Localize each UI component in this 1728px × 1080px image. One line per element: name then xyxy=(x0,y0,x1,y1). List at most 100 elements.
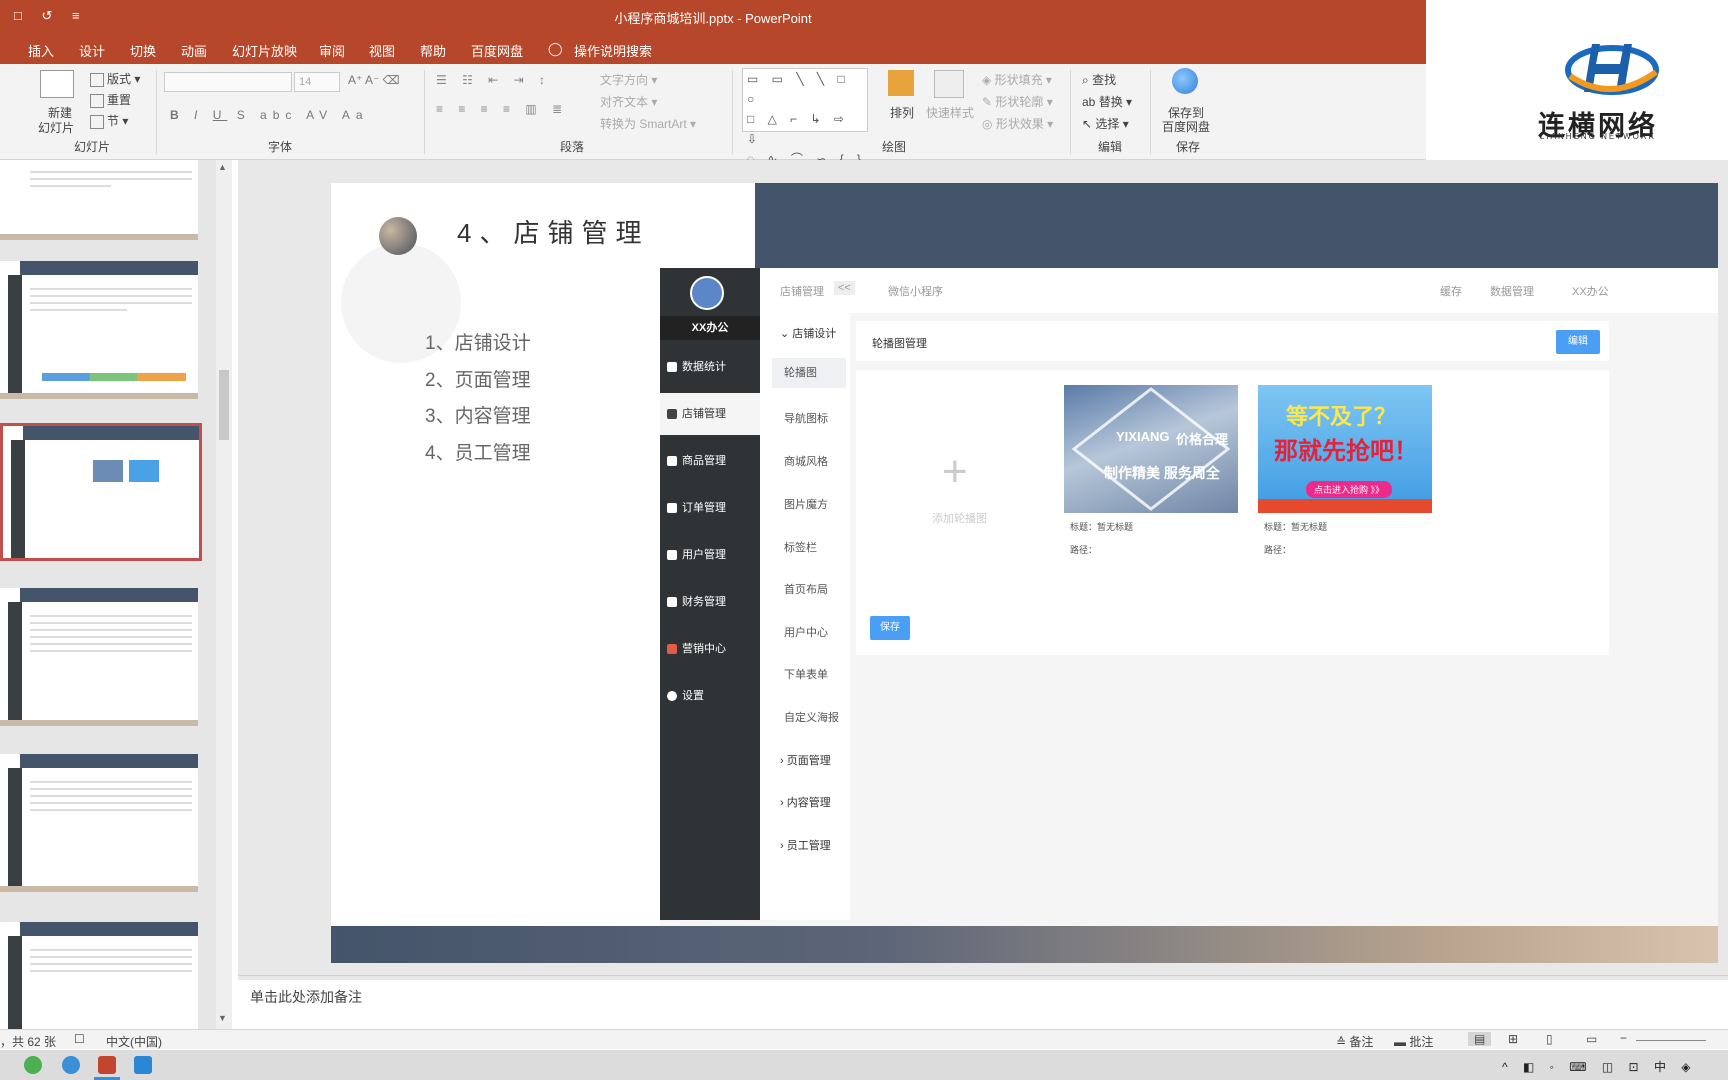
tab-baidu-netdisk[interactable]: 百度网盘 xyxy=(471,41,523,60)
admin-nav-item: 用户管理 xyxy=(660,534,760,576)
shape-outline-button[interactable]: ✎ 形状轮廓 ▾ xyxy=(982,93,1053,110)
new-slide-label-2[interactable]: 幻灯片 xyxy=(38,119,74,136)
font-name-box[interactable] xyxy=(164,72,292,92)
reset-button[interactable]: 重置 xyxy=(90,91,131,108)
slide-thumbnail-selected[interactable] xyxy=(0,423,202,561)
notes-button[interactable]: ≙ 备注 xyxy=(1336,1033,1373,1050)
store-icon xyxy=(667,409,677,419)
admin-breadcrumb: 店铺管理 xyxy=(780,286,824,298)
drawing-group-label: 绘图 xyxy=(882,140,907,154)
browser-icon[interactable] xyxy=(24,1056,42,1074)
tab-review[interactable]: 审阅 xyxy=(319,41,345,60)
thumbnail-scrollbar[interactable]: ▲ ▼ xyxy=(216,160,232,1030)
shape-effects-label: 形状效果 xyxy=(995,117,1044,131)
ribbon-tabs: 插入 设计 切换 动画 幻灯片放映 审阅 视图 帮助 百度网盘 ◯ 操作说明搜索 xyxy=(0,32,1426,64)
paragraph-group-label: 段落 xyxy=(560,140,585,154)
slide-title[interactable]: 4、店铺管理 xyxy=(457,213,649,250)
agenda-item: 1、店铺设计 xyxy=(425,333,531,354)
shape-fill-button[interactable]: ◈ 形状填充 ▾ xyxy=(982,71,1052,88)
powerpoint-icon[interactable] xyxy=(98,1056,116,1074)
cursor-icon: ↖ xyxy=(1082,117,1093,131)
tell-me-search[interactable]: 操作说明搜索 xyxy=(574,41,652,60)
slide-thumbnail[interactable] xyxy=(0,261,198,399)
scroll-up-icon[interactable]: ▲ xyxy=(218,162,227,172)
store-avatar xyxy=(690,276,724,310)
slide-thumbnail[interactable] xyxy=(0,922,198,1030)
tab-design[interactable]: 设计 xyxy=(79,41,105,60)
quick-styles-button[interactable]: 快速样式 xyxy=(926,104,974,121)
list-buttons[interactable]: ☰ ☷ ⇤ ⇥ ↕ xyxy=(436,73,551,87)
select-button[interactable]: ↖ 选择 ▾ xyxy=(1082,115,1129,132)
reading-view-icon[interactable]: ▯ xyxy=(1546,1032,1553,1046)
admin-nav-item: 营销中心 xyxy=(660,628,760,670)
ie-icon[interactable] xyxy=(62,1056,80,1074)
convert-smartart-button[interactable]: 转换为 SmartArt ▾ xyxy=(600,115,696,132)
arrange-button[interactable]: 排列 xyxy=(890,104,914,121)
comments-button[interactable]: ▬ 批注 xyxy=(1394,1033,1433,1050)
slide-thumbnail[interactable] xyxy=(0,754,198,892)
font-size-box[interactable]: 14 xyxy=(294,72,340,92)
spellcheck-icon[interactable]: ☐ xyxy=(74,1032,85,1046)
shape-effects-button[interactable]: ◎ 形状效果 ▾ xyxy=(982,115,1053,132)
tab-animations[interactable]: 动画 xyxy=(181,41,207,60)
tab-insert[interactable]: 插入 xyxy=(28,41,54,60)
scrollbar-thumb[interactable] xyxy=(219,370,229,440)
text-direction-button[interactable]: 文字方向 ▾ xyxy=(600,71,657,88)
admin-subnav-head-label: 店铺设计 xyxy=(792,328,837,340)
banner-path: 路径： xyxy=(1264,545,1292,555)
goods-icon xyxy=(667,456,677,466)
slide-thumbnail[interactable] xyxy=(0,588,198,726)
user-icon xyxy=(667,550,677,560)
admin-sidebar: XX办公 数据统计 店铺管理 商品管理 订单管理 用户管理 财务管理 营销中心 … xyxy=(660,268,760,920)
layout-button[interactable]: 版式 ▾ xyxy=(90,70,140,87)
marketing-icon xyxy=(667,644,677,654)
tab-view[interactable]: 视图 xyxy=(369,41,395,60)
slide-thumbnail[interactable] xyxy=(0,160,198,240)
font-group-label: 字体 xyxy=(268,140,293,154)
find-button[interactable]: ⌕ 查找 xyxy=(1082,71,1116,88)
banner-path: 路径： xyxy=(1070,545,1098,555)
banner-ribbon-decoration xyxy=(1258,499,1432,513)
zoom-slider[interactable] xyxy=(1636,1040,1706,1041)
save-button: 保存 xyxy=(870,616,910,640)
admin-brand: XX办公 xyxy=(660,316,760,340)
admin-nav-label: 设置 xyxy=(682,690,704,702)
app-icon[interactable] xyxy=(134,1056,152,1074)
gear-icon xyxy=(667,691,677,701)
align-buttons[interactable]: ≡ ≡ ≡ ≡ ▥ ≣ xyxy=(436,102,568,116)
slideshow-icon[interactable]: ▭ xyxy=(1586,1032,1597,1046)
admin-screenshot[interactable]: XX办公 数据统计 店铺管理 商品管理 订单管理 用户管理 财务管理 营销中心 … xyxy=(660,268,1718,926)
section-button[interactable]: 节 ▾ xyxy=(90,112,128,129)
reset-label: 重置 xyxy=(107,93,132,107)
lianheng-logo-icon xyxy=(1565,44,1659,95)
normal-view-icon[interactable]: ▤ xyxy=(1468,1032,1492,1046)
tab-help[interactable]: 帮助 xyxy=(420,41,446,60)
new-slide-icon[interactable] xyxy=(40,70,74,98)
font-grow-shrink[interactable]: A⁺ A⁻ ⌫ xyxy=(348,73,400,87)
font-format-buttons[interactable]: B I U S abc AV Aa xyxy=(170,108,369,122)
save-to-baidu-label-2[interactable]: 百度网盘 xyxy=(1162,118,1210,135)
slide-canvas[interactable]: 4、店铺管理 1、店铺设计 2、页面管理 3、内容管理 4、员工管理 XX办公 … xyxy=(331,183,1718,963)
tab-transitions[interactable]: 切换 xyxy=(130,41,156,60)
scroll-down-icon[interactable]: ▼ xyxy=(218,1013,227,1023)
notes-label: 备注 xyxy=(1349,1035,1374,1049)
language-indicator[interactable]: 中文(中国) xyxy=(106,1033,162,1050)
shapes-gallery[interactable]: ▭ ▭ ╲ ╲ □ ○ □ △ ⌐ ↳ ⇨ ⇩ ◌ ∿ ⌒ ∽ { } xyxy=(742,68,868,166)
zoom-out-icon[interactable]: − xyxy=(1620,1031,1627,1045)
text-direction-label: 文字方向 xyxy=(600,73,649,87)
tab-slideshow[interactable]: 幻灯片放映 xyxy=(232,41,297,60)
notes-placeholder[interactable]: 单击此处添加备注 xyxy=(250,987,362,1007)
replace-button[interactable]: ab 替换 ▾ xyxy=(1082,93,1132,110)
agenda-item: 2、页面管理 xyxy=(425,370,531,391)
section-label: 节 xyxy=(107,114,120,128)
align-text-button[interactable]: 对齐文本 ▾ xyxy=(600,93,657,110)
decorative-circle xyxy=(379,217,417,255)
slide-sorter-icon[interactable]: ⊞ xyxy=(1508,1032,1518,1046)
chart-icon xyxy=(667,362,677,372)
layout-label: 版式 xyxy=(107,72,132,86)
admin-topbar: 店铺管理 << 微信小程序 缓存 数据管理 XX办公 xyxy=(760,268,1718,313)
banner-image: YIXIANG 价格合理 制作精美 服务周全 xyxy=(1064,385,1238,513)
search-icon: ⌕ xyxy=(1082,73,1089,87)
watermark-logo-area: 连横网络 LIANHENG NETWORK xyxy=(1426,0,1728,180)
system-tray-icons[interactable]: ^ ◧ ◦ ⌨ ◫ ⊡ 中 ◈ xyxy=(1502,1058,1697,1075)
